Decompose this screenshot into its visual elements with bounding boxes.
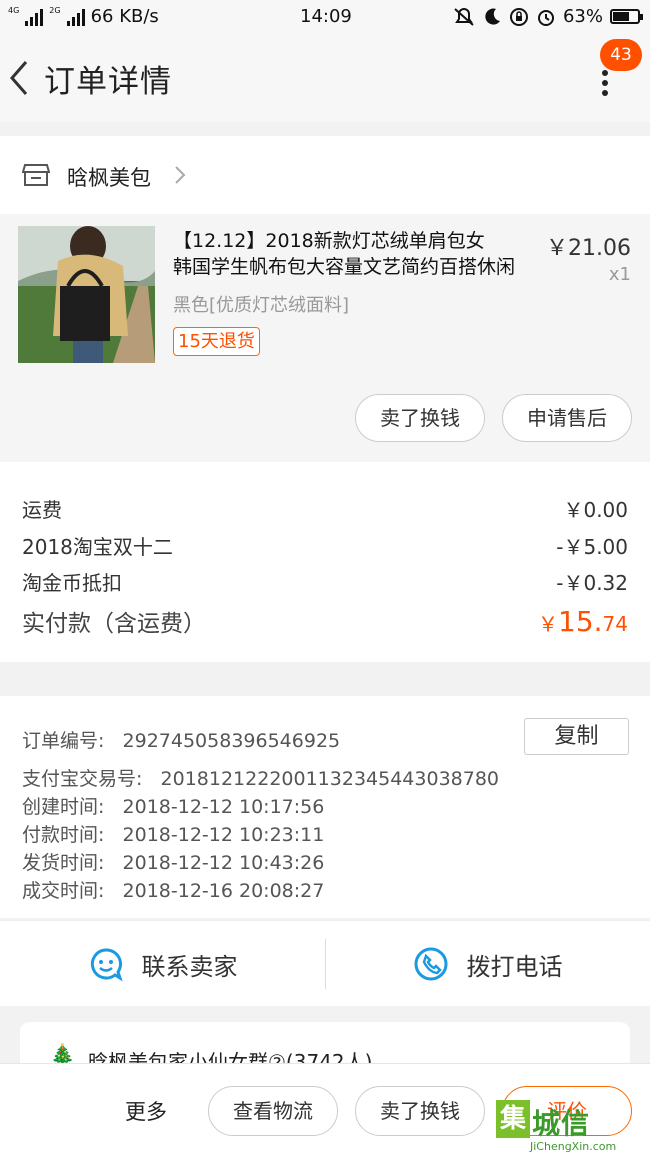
status-right: 63%: [453, 6, 643, 27]
completed-label: 成交时间:: [22, 880, 105, 902]
shop-row[interactable]: 晗枫美包: [0, 136, 650, 214]
fee-label: 运费: [22, 498, 62, 522]
network-speed: 66 KB/s: [90, 6, 159, 27]
watermark-logo: 集 城信 JiChengXin.com: [496, 1100, 646, 1155]
fee-row-shipping: 运费 ￥0.00: [22, 494, 628, 524]
fee-value: -￥0.32: [556, 571, 628, 595]
alipay-number: 2018121222001132345443038780: [160, 768, 500, 790]
call-label: 拨打电话: [466, 952, 563, 981]
fee-row-coins: 淘金币抵扣 -￥0.32: [22, 567, 628, 597]
product-image[interactable]: [18, 226, 155, 363]
product-sku: 黑色[优质灯芯绒面料]: [173, 295, 350, 316]
created-time: 2018-12-12 10:17:56: [122, 796, 325, 818]
view-logistics-button[interactable]: 查看物流: [208, 1086, 338, 1136]
order-info: 订单编号: 292745058396546925 复制 支付宝交易号: 2018…: [0, 696, 650, 918]
paid-row: 付款时间: 2018-12-12 10:23:11: [22, 820, 324, 847]
phone-icon: [414, 947, 447, 981]
order-number-label: 订单编号:: [22, 730, 105, 752]
paid-label: 付款时间:: [22, 824, 105, 846]
fee-value: -￥5.00: [556, 535, 628, 559]
chat-bubble-icon: [90, 948, 123, 982]
shipped-row: 发货时间: 2018-12-12 10:43:26: [22, 848, 324, 875]
fee-summary: 运费 ￥0.00 2018淘宝双十二 -￥5.00 淘金币抵扣 -￥0.32 实…: [0, 462, 650, 662]
battery-icon: [610, 9, 643, 24]
return-policy-tag: 15天退货: [173, 327, 260, 356]
nav-header: 订单详情 43: [0, 34, 650, 122]
page-title: 订单详情: [44, 64, 172, 100]
shipped-time: 2018-12-12 10:43:26: [122, 852, 325, 874]
product-title[interactable]: 【12.12】2018新款灯芯绒单肩包女 韩国学生帆布包大容量文艺简约百搭休闲: [173, 228, 533, 280]
shipped-label: 发货时间:: [22, 852, 105, 874]
fee-row-total: 实付款（含运费） ￥15.74: [22, 604, 628, 644]
total-decimal: 74: [602, 612, 628, 636]
network-type-1: 4G: [8, 5, 20, 15]
total-label: 实付款（含运费）: [22, 611, 206, 637]
product-quantity: x1: [608, 264, 631, 285]
call-button[interactable]: 拨打电话: [325, 921, 650, 1007]
alarm-icon: [537, 9, 554, 26]
order-number: 292745058396546925: [122, 730, 341, 752]
created-row: 创建时间: 2018-12-12 10:17:56: [22, 792, 324, 819]
alipay-label: 支付宝交易号:: [22, 768, 143, 790]
contact-bar: 联系卖家 拨打电话: [0, 920, 650, 1006]
clock: 14:09: [300, 6, 352, 27]
shop-icon: [22, 164, 50, 186]
fee-label: 淘金币抵扣: [22, 571, 122, 595]
more-button[interactable]: 更多: [125, 1096, 167, 1126]
message-badge: 43: [600, 39, 642, 71]
order-item: 【12.12】2018新款灯芯绒单肩包女 韩国学生帆布包大容量文艺简约百搭休闲 …: [0, 214, 650, 462]
after-sale-button[interactable]: 申请售后: [502, 394, 632, 442]
chevron-right-icon: [175, 166, 186, 184]
more-menu-icon[interactable]: [598, 70, 612, 96]
product-price: ￥21.06: [546, 236, 631, 261]
sell-button[interactable]: 卖了换钱: [355, 394, 485, 442]
moon-icon: [485, 8, 500, 25]
product-title-line-2: 韩国学生帆布包大容量文艺简约百搭休闲: [173, 256, 516, 278]
order-number-row: 订单编号: 292745058396546925: [22, 726, 340, 753]
signal-icon-2: [66, 8, 85, 26]
contact-seller-button[interactable]: 联系卖家: [0, 921, 325, 1007]
copy-button[interactable]: 复制: [524, 718, 629, 755]
alipay-row: 支付宝交易号: 2018121222001132345443038780: [22, 764, 499, 791]
mute-icon: [454, 7, 474, 26]
paid-time: 2018-12-12 10:23:11: [122, 824, 325, 846]
rotation-lock-icon: [509, 7, 528, 26]
fee-row-discount: 2018淘宝双十二 -￥5.00: [22, 531, 628, 561]
status-left: 4G 2G 66 KB/s: [8, 6, 159, 27]
shop-name: 晗枫美包: [67, 166, 151, 190]
total-integer: 15.: [558, 605, 603, 638]
watermark-en: JiChengXin.com: [530, 1140, 617, 1153]
contact-seller-label: 联系卖家: [141, 952, 238, 981]
status-bar: 4G 2G 66 KB/s 14:09 63%: [0, 0, 650, 34]
back-arrow-icon[interactable]: [8, 58, 32, 98]
completed-time: 2018-12-16 20:08:27: [122, 880, 325, 902]
watermark-cn: 城信: [532, 1107, 591, 1140]
fee-value: ￥0.00: [563, 498, 628, 522]
watermark-box: 集: [496, 1100, 530, 1138]
completed-row: 成交时间: 2018-12-16 20:08:27: [22, 876, 324, 903]
sell-button-bottom[interactable]: 卖了换钱: [355, 1086, 485, 1136]
signal-icon: [25, 8, 44, 26]
network-type-2: 2G: [49, 5, 61, 15]
total-value: ￥15.74: [538, 605, 628, 638]
total-currency: ￥: [538, 612, 559, 636]
battery-percent: 63%: [562, 6, 603, 27]
fee-label: 2018淘宝双十二: [22, 535, 173, 559]
created-label: 创建时间:: [22, 796, 105, 818]
product-title-line-1: 【12.12】2018新款灯芯绒单肩包女: [173, 230, 485, 252]
